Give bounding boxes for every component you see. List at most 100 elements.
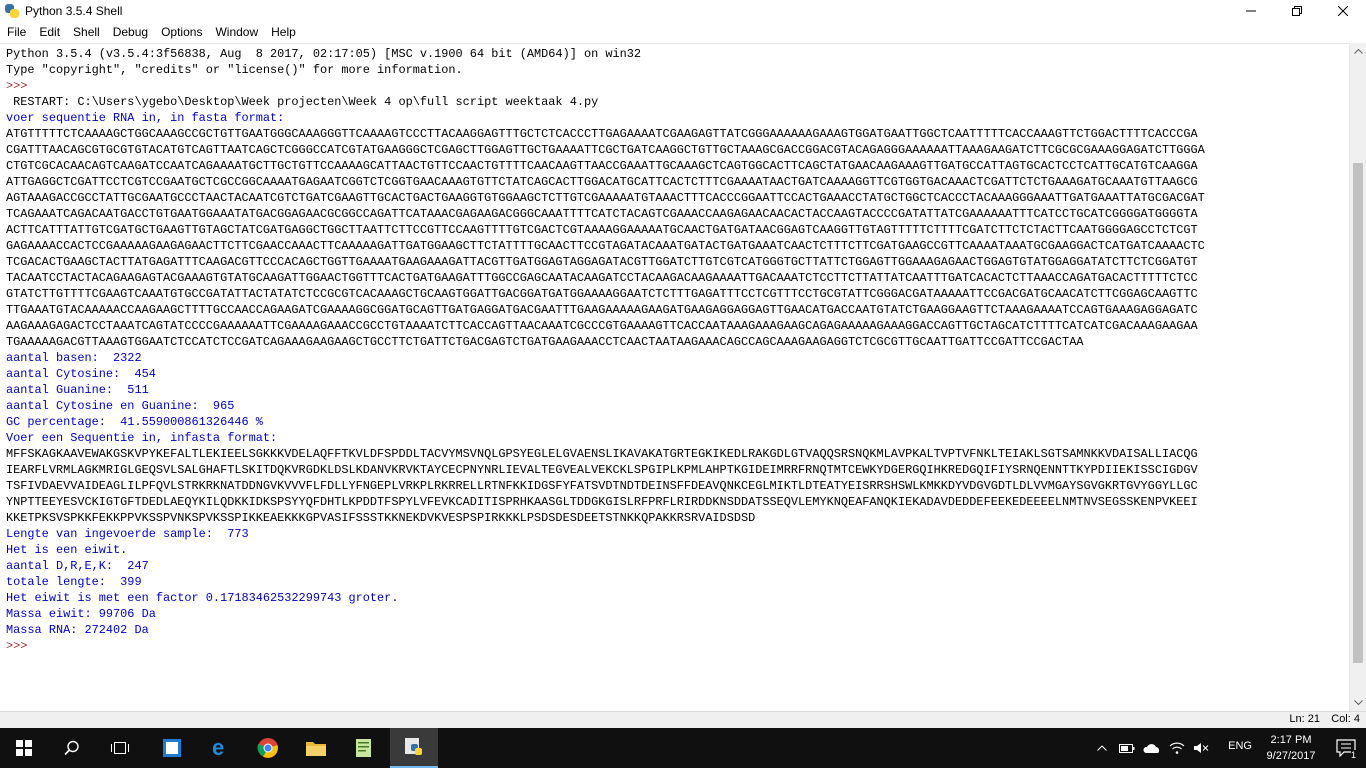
file-explorer-icon [306, 742, 326, 756]
minimize-icon [1246, 10, 1256, 12]
cursor-column: Col: 4 [1331, 713, 1360, 725]
maximize-button[interactable] [1274, 0, 1320, 22]
windows-taskbar: e ENG 2:17 PM 9/27/2017 1 [0, 728, 1366, 768]
shell-output: Python 3.5.4 (v3.5.4:3f56838, Aug 8 2017… [6, 46, 1346, 654]
shell-line: aantal basen: 2322 [6, 351, 142, 365]
cursor-line: Ln: 21 [1289, 713, 1320, 725]
shell-line: ACTTCATTTATTGTCGATGCTGAAGTTGTAGCTATCGATG… [6, 223, 1198, 237]
shell-prompt: >>> [6, 79, 35, 93]
shell-line: GTATCTTGTTTTCGAAGTCAAATGTGCCGATATTACTATA… [6, 287, 1198, 301]
volume-muted-icon [1194, 743, 1209, 753]
shell-line: GAGAAAACCACTCCGAAAAAGAAGAGAACTTCTTCGAACC… [6, 239, 1205, 253]
shell-line: TCGACACTGAAGCTACTTATGAGATTTCAAGACGTTCCCA… [6, 255, 1198, 269]
shell-line: aantal D,R,E,K: 247 [6, 559, 149, 573]
shell-text-area[interactable]: Python 3.5.4 (v3.5.4:3f56838, Aug 8 2017… [0, 43, 1366, 711]
scrollbar-thumb[interactable] [1353, 163, 1363, 663]
clock-date: 9/27/2017 [1266, 750, 1316, 762]
chevron-down-icon [1354, 700, 1363, 705]
window-controls [1228, 0, 1366, 22]
shell-line: TACAATCCTACTACAGAAGAGTACGAAAGTGTATGCAAGA… [6, 271, 1198, 285]
menu-debug[interactable]: Debug [106, 22, 154, 42]
shell-line: TSFIVDAEVVAIDEAGLILPFQVLSTRKRKNATDDNGVKV… [6, 479, 1198, 493]
task-view-icon [111, 742, 129, 754]
taskbar-chrome[interactable] [244, 728, 292, 768]
shell-line: TCAGAAATCAGACAATGACCTGTGAATGGAAATATGACGG… [6, 207, 1198, 221]
clock-time: 2:17 PM [1270, 734, 1312, 746]
shell-line: ATGTTTTTCTCAAAAGCTGGCAAAGCCGCTGTTGAATGGG… [6, 127, 1198, 141]
chevron-up-icon [1097, 745, 1107, 751]
close-button[interactable] [1320, 0, 1366, 22]
windows-start-icon [16, 740, 32, 756]
shell-line: Massa eiwit: 99706 Da [6, 607, 156, 621]
start-button[interactable] [0, 728, 48, 768]
action-center-button[interactable]: 1 [1334, 736, 1358, 760]
menu-edit[interactable]: Edit [32, 22, 66, 42]
menu-help[interactable]: Help [264, 22, 302, 42]
menu-options[interactable]: Options [154, 22, 208, 42]
shell-line: IEARFLVRMLAGKMRIGLGEQSVLSALGHAFTLSKITDQK… [6, 463, 1198, 477]
shell-line: AAGAAAGAGACTCCTAAATCAGTATCCCCGAAAAAATTCG… [6, 319, 1198, 333]
shell-line: Lengte van ingevoerde sample: 773 [6, 527, 249, 541]
shell-line: Type "copyright", "credits" or "license(… [6, 63, 463, 77]
notepad-plus-plus-icon [356, 739, 371, 757]
shell-line: aantal Cytosine: 454 [6, 367, 156, 381]
shell-line: MFFSKAGKAAVEWAKGSKVPYKEFALTLEKIEELSGKKKV… [6, 447, 1198, 461]
python-idle-icon [405, 738, 422, 755]
restore-icon [1292, 6, 1302, 16]
volume-button[interactable] [1190, 728, 1212, 768]
title-bar: Python 3.5.4 Shell [0, 0, 1366, 22]
battery-button[interactable] [1116, 728, 1138, 768]
shell-prompt: >>> [6, 639, 35, 653]
shell-line: Massa RNA: 272402 Da [6, 623, 149, 637]
python-app-icon [4, 3, 20, 19]
shell-line: Voer een Sequentie in, infasta format: [6, 431, 278, 445]
shell-line: CGATTTAACAGCGTGCGTGTACATGTCAGTTAATCAGCTC… [6, 143, 1205, 157]
menu-file[interactable]: File [0, 22, 32, 42]
shell-line: aantal Cytosine en Guanine: 965 [6, 399, 235, 413]
edge-icon: e [212, 737, 224, 759]
task-view-button[interactable] [96, 728, 144, 768]
scroll-up-arrow[interactable] [1350, 43, 1366, 60]
taskbar-python-idle[interactable] [390, 728, 438, 768]
sticky-notes-icon [163, 739, 181, 757]
shell-line: TGAAAAAGACGTTAAAGTGGAATCTCCATCTCCGATCAGA… [6, 335, 1084, 349]
taskbar-notepad-plus-plus[interactable] [340, 728, 388, 768]
shell-line: aantal Guanine: 511 [6, 383, 149, 397]
status-bar: Ln: 21 Col: 4 [0, 711, 1366, 728]
search-button[interactable] [48, 728, 96, 768]
shell-line: YNPTTEEYESVCKIGTGFTDEDLAEQYKILQDKKIDKSPS… [6, 495, 1198, 509]
shell-line: RESTART: C:\Users\ygebo\Desktop\Week pro… [6, 95, 599, 109]
shell-line: TTGAAATGTACAAAAACCAAGAAGCTTTTGCCAACCAGAA… [6, 303, 1198, 317]
wifi-button[interactable] [1166, 728, 1188, 768]
menu-window[interactable]: Window [208, 22, 264, 42]
taskbar-clock[interactable]: 2:17 PM 9/27/2017 [1260, 732, 1322, 764]
notification-count: 1 [1350, 750, 1356, 760]
onedrive-cloud-icon [1143, 743, 1160, 753]
shell-line: CTGTCGCACAACAGTCAAGATCCAATCAGAAAATGCTTGC… [6, 159, 1198, 173]
shell-line: KKETPKSVSPKKFEKKPPVKSSPVNKSPVKSSPIKKEAEK… [6, 511, 756, 525]
menu-bar: File Edit Shell Debug Options Window Hel… [0, 22, 1366, 42]
window-title: Python 3.5.4 Shell [25, 4, 123, 18]
shell-line: voer sequentie RNA in, in fasta format: [6, 111, 285, 125]
shell-line: AGTAAAGACCGCCTATTGCGAATGCCCTAACTACAATCGT… [6, 191, 1205, 205]
wifi-icon [1169, 742, 1185, 754]
shell-line: ATTGAGGCTCGATTCCTCGTCCGAATGCTCGCCGGCAAAA… [6, 175, 1198, 189]
language-indicator[interactable]: ENG [1228, 740, 1252, 752]
chrome-icon [257, 738, 278, 758]
svg-text:e: e [212, 737, 224, 759]
scroll-down-arrow[interactable] [1350, 694, 1366, 711]
shell-line: Python 3.5.4 (v3.5.4:3f56838, Aug 8 2017… [6, 47, 642, 61]
shell-line: GC percentage: 41.559000861326446 % [6, 415, 263, 429]
battery-icon [1119, 743, 1135, 753]
menu-shell[interactable]: Shell [66, 22, 106, 42]
shell-line: totale lengte: 399 [6, 575, 142, 589]
taskbar-file-explorer[interactable] [292, 728, 340, 768]
taskbar-edge[interactable]: e [196, 728, 244, 768]
minimize-button[interactable] [1228, 0, 1274, 22]
onedrive-button[interactable] [1140, 728, 1164, 768]
taskbar-sticky-notes[interactable] [148, 728, 196, 768]
search-icon [64, 740, 79, 756]
show-hidden-icons-button[interactable] [1092, 728, 1112, 768]
vertical-scrollbar[interactable] [1349, 43, 1366, 711]
shell-line: Het eiwit is met een factor 0.1718346253… [6, 591, 399, 605]
